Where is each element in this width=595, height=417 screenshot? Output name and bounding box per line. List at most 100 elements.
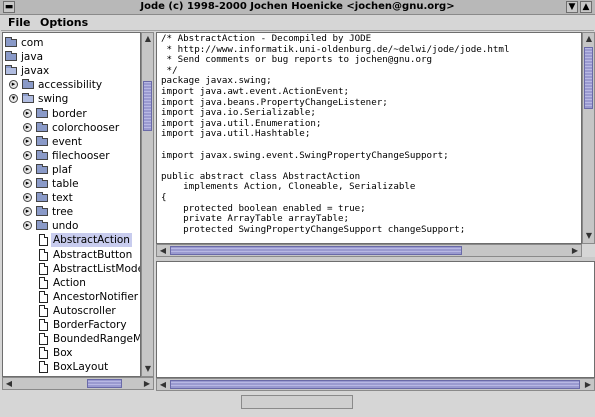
tree-item-label: tree	[52, 206, 74, 219]
expand-handle-icon[interactable]: ▸	[23, 136, 32, 146]
folder-icon	[36, 220, 48, 231]
tree-item-label: filechooser	[52, 149, 110, 162]
folder-icon	[36, 107, 48, 118]
scroll-down-icon[interactable]: ▼	[143, 364, 153, 374]
tree-item[interactable]: AbstractButton	[3, 248, 140, 262]
expand-handle-icon[interactable]: ▸	[23, 179, 32, 188]
tree-item-label: BorderFactory	[53, 319, 127, 331]
folder-icon	[36, 192, 48, 203]
file-icon	[39, 290, 48, 303]
tree-horizontal-scroll-thumb[interactable]	[87, 379, 122, 388]
scroll-down-icon[interactable]: ▼	[584, 231, 594, 241]
tree-item[interactable]: java	[3, 50, 140, 64]
tree-item-label: javax	[21, 65, 50, 78]
folder-icon	[22, 79, 34, 90]
tree-item-label: table	[52, 178, 79, 190]
maximize-icon: ▲	[582, 2, 590, 12]
source-horizontal-scrollbar[interactable]: ◀ ▶	[156, 244, 582, 257]
scroll-up-icon[interactable]: ▲	[143, 34, 153, 44]
tree-item[interactable]: ▸ tree	[3, 205, 140, 219]
tree-item[interactable]: ▸ border	[3, 107, 140, 121]
output-horizontal-scroll-thumb[interactable]	[170, 380, 580, 389]
tree-item[interactable]: ▸ text	[3, 191, 140, 205]
source-vertical-scroll-thumb[interactable]	[584, 47, 593, 109]
source-text[interactable]: /* AbstractAction - Decompiled by JODE *…	[157, 33, 581, 243]
tree-item[interactable]: ▸ colorchooser	[3, 121, 140, 135]
source-view[interactable]: /* AbstractAction - Decompiled by JODE *…	[156, 32, 582, 244]
folder-icon	[5, 51, 17, 62]
folder-icon	[36, 135, 48, 146]
tree-item[interactable]: Autoscroller	[3, 304, 140, 318]
tree-item[interactable]: Box	[3, 346, 140, 360]
expand-handle-icon[interactable]: ▸	[23, 164, 32, 174]
folder-icon	[36, 121, 48, 132]
file-icon	[39, 319, 48, 331]
tree-item[interactable]: ▸ undo	[3, 219, 140, 233]
tree-item[interactable]: AbstractListModel	[3, 262, 140, 276]
expand-handle-icon[interactable]: ▸	[23, 193, 32, 203]
tree-item[interactable]: ▸ table	[3, 177, 140, 191]
menu-file[interactable]: File	[8, 16, 31, 29]
scroll-up-icon[interactable]: ▲	[584, 34, 594, 44]
tree-item-label: plaf	[52, 163, 72, 176]
file-icon	[39, 234, 48, 247]
class-tree[interactable]: com java javax ▸ accessibility ▾ swing ▸ border ▸…	[2, 32, 141, 377]
tree-item[interactable]: AbstractAction	[3, 233, 140, 248]
tree-item-label: colorchooser	[52, 121, 120, 134]
folder-icon	[36, 206, 48, 217]
status-bar	[241, 395, 353, 409]
maximize-button[interactable]: ▲	[580, 1, 592, 13]
folder-open-icon	[5, 65, 17, 76]
tree-item[interactable]: ▸ accessibility	[3, 78, 140, 92]
tree-vertical-scrollbar[interactable]: ▲ ▼	[141, 32, 154, 377]
file-icon	[39, 333, 48, 346]
tree-item[interactable]: Action	[3, 276, 140, 290]
scroll-left-icon[interactable]: ◀	[4, 379, 14, 389]
file-icon	[39, 347, 48, 360]
tree-item-label: Box	[53, 347, 73, 360]
folder-icon	[36, 178, 48, 188]
window-title: Jode (c) 1998-2000 Jochen Hoenicke <joch…	[140, 1, 455, 12]
tree-item-label: com	[21, 37, 44, 49]
scroll-left-icon[interactable]: ◀	[158, 380, 168, 390]
expand-handle-icon[interactable]: ▸	[23, 221, 32, 231]
tree-item-label: java	[21, 51, 43, 64]
tree-item[interactable]: ▾ swing	[3, 92, 140, 106]
scroll-right-icon[interactable]: ▶	[570, 246, 580, 256]
menu-options[interactable]: Options	[40, 16, 88, 29]
source-horizontal-scroll-thumb[interactable]	[170, 246, 462, 255]
tree-item[interactable]: ▸ plaf	[3, 163, 140, 177]
tree-item[interactable]: ▸ event	[3, 135, 140, 149]
tree-item[interactable]: javax	[3, 64, 140, 78]
source-vertical-scrollbar[interactable]: ▲ ▼	[582, 32, 595, 244]
minimize-button[interactable]: ▼	[566, 1, 578, 13]
output-horizontal-scrollbar[interactable]: ◀ ▶	[156, 378, 595, 391]
tree-item[interactable]: com	[3, 36, 140, 50]
tree-item-label: text	[52, 192, 73, 205]
expand-handle-icon[interactable]: ▸	[23, 207, 32, 217]
window-titlebar[interactable]: ▬ Jode (c) 1998-2000 Jochen Hoenicke <jo…	[0, 0, 595, 15]
folder-icon	[5, 37, 17, 47]
expand-handle-icon[interactable]: ▸	[23, 150, 32, 160]
tree-item[interactable]: BoundedRangeMod	[3, 332, 140, 346]
scroll-right-icon[interactable]: ▶	[583, 380, 593, 390]
file-icon	[39, 262, 48, 275]
expand-handle-icon[interactable]: ▸	[23, 122, 32, 132]
collapse-handle-icon[interactable]: ▾	[9, 94, 18, 104]
tree-horizontal-scrollbar[interactable]: ◀ ▶	[2, 377, 154, 390]
tree-item-label: event	[52, 135, 82, 148]
folder-icon	[36, 149, 48, 160]
tree-item[interactable]: AncestorNotifier	[3, 290, 140, 304]
tree-item[interactable]: BorderFactory	[3, 318, 140, 332]
tree-vertical-scroll-thumb[interactable]	[143, 81, 152, 131]
tree-item-label: swing	[38, 93, 69, 106]
scroll-right-icon[interactable]: ▶	[142, 379, 152, 389]
scroll-left-icon[interactable]: ◀	[158, 246, 168, 256]
folder-icon	[36, 163, 48, 174]
menu-bar: File Options	[1, 15, 594, 31]
output-pane[interactable]	[156, 261, 595, 378]
tree-item[interactable]: ▸ filechooser	[3, 149, 140, 163]
tree-item[interactable]: BoxLayout	[3, 360, 140, 374]
expand-handle-icon[interactable]: ▸	[9, 80, 18, 90]
expand-handle-icon[interactable]: ▸	[23, 108, 32, 118]
